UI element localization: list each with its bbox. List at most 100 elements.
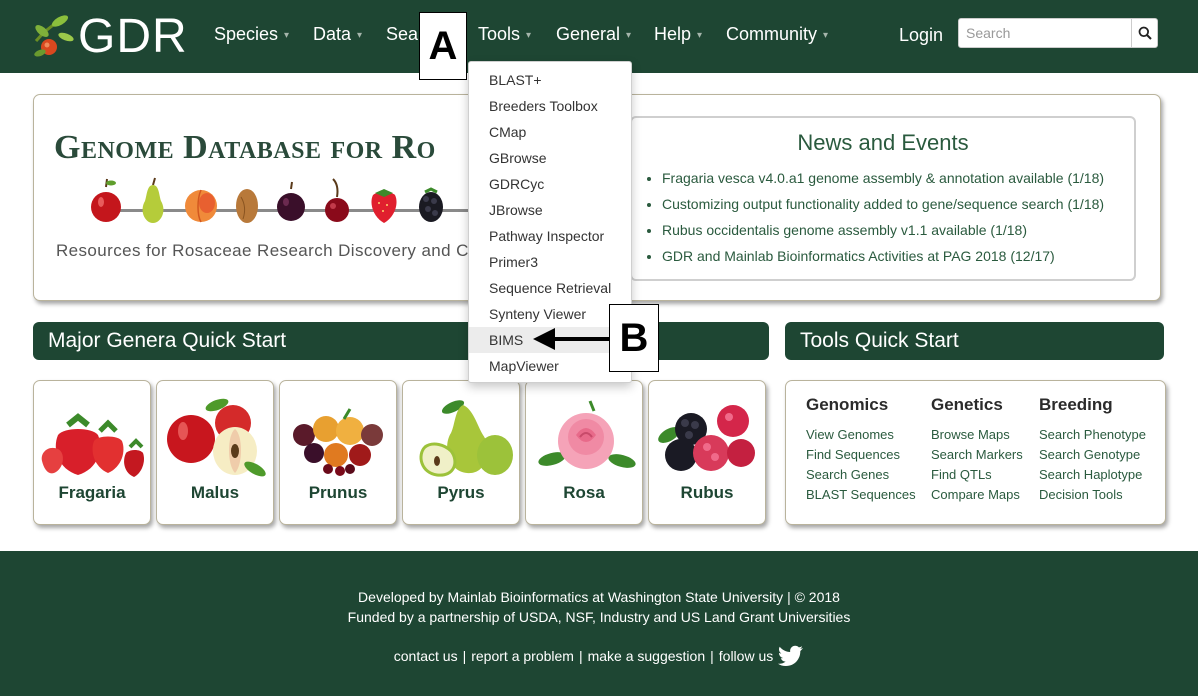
banner-fruit-row bbox=[89, 177, 447, 225]
nav-search-label: Sea bbox=[386, 24, 419, 44]
plum-icon bbox=[277, 181, 305, 221]
contact-us-link[interactable]: contact us bbox=[394, 648, 458, 664]
separator: | bbox=[710, 648, 714, 664]
annotation-label-b: B bbox=[609, 304, 659, 372]
almond-icon bbox=[236, 189, 258, 223]
caret-down-icon: ▾ bbox=[823, 29, 829, 41]
genus-label: Pyrus bbox=[437, 483, 485, 502]
tool-link[interactable]: Search Phenotype bbox=[1039, 425, 1146, 445]
menu-item-cmap[interactable]: CMap bbox=[469, 119, 631, 145]
tool-link[interactable]: Find QTLs bbox=[931, 465, 1023, 485]
fruit-branch-logo-icon bbox=[34, 15, 74, 57]
menu-item-gdrcyc[interactable]: GDRCyc bbox=[469, 171, 631, 197]
separator: | bbox=[462, 648, 467, 664]
caret-down-icon: ▾ bbox=[284, 29, 290, 41]
nav-data[interactable]: Data ▾ bbox=[313, 24, 362, 45]
tool-link[interactable]: Search Haplotype bbox=[1039, 465, 1146, 485]
menu-item-gbrowse[interactable]: GBrowse bbox=[469, 145, 631, 171]
nav-community[interactable]: Community ▾ bbox=[726, 24, 828, 45]
genus-label: Rosa bbox=[563, 483, 605, 502]
apple-image-icon bbox=[167, 398, 266, 477]
genus-card-rubus[interactable]: Rubus bbox=[648, 380, 766, 525]
news-item[interactable]: Customizing output functionality added t… bbox=[662, 195, 1104, 221]
nav-help[interactable]: Help ▾ bbox=[654, 24, 702, 45]
cherry-icon bbox=[325, 178, 349, 222]
tool-link[interactable]: View Genomes bbox=[806, 425, 916, 445]
make-suggestion-link[interactable]: make a suggestion bbox=[588, 648, 706, 664]
twitter-bird-icon[interactable] bbox=[778, 645, 804, 667]
nav-tools[interactable]: Tools ▾ bbox=[478, 24, 531, 45]
genus-label: Fragaria bbox=[58, 483, 126, 502]
berry-image-icon bbox=[658, 405, 755, 471]
caret-down-icon: ▾ bbox=[526, 29, 532, 41]
banner-subtitle: Resources for Rosaceae Research Discover… bbox=[56, 241, 475, 260]
genus-label: Malus bbox=[190, 483, 240, 502]
menu-item-primer3[interactable]: Primer3 bbox=[469, 249, 631, 275]
tools-column-genetics: Genetics Browse Maps Search Markers Find… bbox=[931, 395, 1023, 505]
nav-species[interactable]: Species ▾ bbox=[214, 24, 289, 45]
tool-link[interactable]: Decision Tools bbox=[1039, 485, 1146, 505]
tool-link[interactable]: Search Markers bbox=[931, 445, 1023, 465]
pear-image-icon bbox=[419, 400, 513, 477]
tool-link[interactable]: Find Sequences bbox=[806, 445, 916, 465]
site-search bbox=[958, 18, 1158, 48]
menu-item-sequence-retrieval[interactable]: Sequence Retrieval bbox=[469, 275, 631, 301]
news-item[interactable]: Rubus occidentalis genome assembly v1.1 … bbox=[662, 221, 1104, 247]
tool-link[interactable]: BLAST Sequences bbox=[806, 485, 916, 505]
caret-down-icon: ▾ bbox=[626, 29, 632, 41]
tools-quick-start-panel: Genomics View Genomes Find Sequences Sea… bbox=[785, 380, 1166, 525]
nav-species-label: Species bbox=[214, 24, 279, 44]
site-footer: Developed by Mainlab Bioinformatics at W… bbox=[0, 551, 1198, 696]
footer-credit: Developed by Mainlab Bioinformatics at W… bbox=[358, 589, 840, 605]
caret-down-icon: ▾ bbox=[697, 29, 703, 41]
menu-item-pathway-inspector[interactable]: Pathway Inspector bbox=[469, 223, 631, 249]
nav-tools-label: Tools bbox=[478, 24, 521, 44]
column-heading: Genetics bbox=[931, 395, 1003, 414]
nav-community-label: Community bbox=[726, 24, 818, 44]
gdr-logo[interactable]: GDR bbox=[32, 8, 188, 64]
menu-item-blast[interactable]: BLAST+ bbox=[469, 67, 631, 93]
nav-search[interactable]: Sea bbox=[386, 24, 418, 45]
tool-link[interactable]: Search Genotype bbox=[1039, 445, 1146, 465]
report-problem-link[interactable]: report a problem bbox=[471, 648, 574, 664]
column-heading: Breeding bbox=[1039, 395, 1113, 414]
tool-link[interactable]: Search Genes bbox=[806, 465, 916, 485]
genus-label: Prunus bbox=[308, 483, 368, 502]
genus-card-fragaria[interactable]: Fragaria bbox=[33, 380, 151, 525]
menu-item-synteny-viewer[interactable]: Synteny Viewer bbox=[469, 301, 631, 327]
genus-card-pyrus[interactable]: Pyrus bbox=[402, 380, 520, 525]
menu-item-breeders-toolbox[interactable]: Breeders Toolbox bbox=[469, 93, 631, 119]
search-input[interactable] bbox=[959, 19, 1131, 47]
rose-image-icon bbox=[538, 400, 636, 469]
column-heading: Genomics bbox=[806, 395, 889, 414]
nav-general[interactable]: General ▾ bbox=[556, 24, 631, 45]
genus-card-rosa[interactable]: Rosa bbox=[525, 380, 643, 525]
news-item[interactable]: GDR and Mainlab Bioinformatics Activitie… bbox=[662, 247, 1104, 273]
menu-item-jbrowse[interactable]: JBrowse bbox=[469, 197, 631, 223]
apple-icon bbox=[91, 178, 121, 222]
tool-link[interactable]: Browse Maps bbox=[931, 425, 1023, 445]
banner-title: Genome Database for Ro bbox=[54, 129, 436, 166]
menu-item-mapviewer[interactable]: MapViewer bbox=[469, 353, 631, 379]
site-name: GDR bbox=[78, 9, 188, 63]
pear-icon bbox=[142, 177, 164, 223]
nav-help-label: Help bbox=[654, 24, 692, 44]
blackberry-icon bbox=[419, 187, 443, 222]
login-link[interactable]: Login bbox=[899, 25, 943, 46]
pointer-arrow-icon bbox=[533, 328, 613, 350]
follow-us-link[interactable]: follow us bbox=[719, 648, 773, 664]
strawberry-image-icon bbox=[41, 413, 144, 477]
caret-down-icon: ▾ bbox=[357, 29, 363, 41]
annotation-label-a: A bbox=[419, 12, 467, 80]
tools-column-genomics: Genomics View Genomes Find Sequences Sea… bbox=[806, 395, 916, 505]
tool-link[interactable]: Compare Maps bbox=[931, 485, 1023, 505]
news-panel: News and Events Fragaria vesca v4.0.a1 g… bbox=[630, 116, 1136, 281]
tools-quick-start-header: Tools Quick Start bbox=[785, 322, 1164, 360]
footer-funding: Funded by a partnership of USDA, NSF, In… bbox=[347, 609, 851, 625]
genus-card-malus[interactable]: Malus bbox=[156, 380, 274, 525]
genus-card-prunus[interactable]: Prunus bbox=[279, 380, 397, 525]
news-item[interactable]: Fragaria vesca v4.0.a1 genome assembly &… bbox=[662, 169, 1104, 195]
footer-links: contact us | report a problem | make a s… bbox=[0, 645, 1198, 667]
search-button[interactable] bbox=[1131, 19, 1157, 47]
separator: | bbox=[578, 648, 583, 664]
